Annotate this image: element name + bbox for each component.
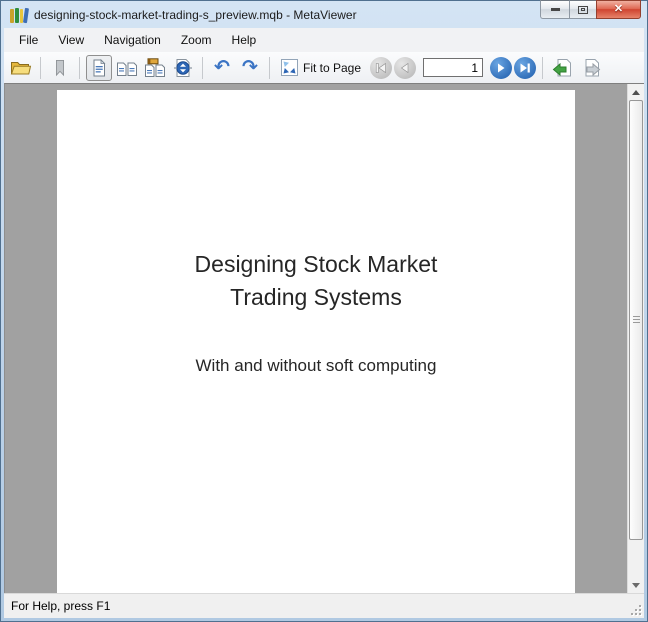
close-icon: ✕ (614, 4, 623, 15)
scroll-up-button[interactable] (628, 84, 644, 100)
window-controls: ✕ (540, 0, 641, 19)
previous-page-button[interactable] (394, 57, 416, 79)
book-title: Designing Stock Market Trading Systems (57, 248, 575, 314)
scroll-up-icon (632, 90, 640, 95)
scroll-down-icon (632, 583, 640, 588)
menu-help[interactable]: Help (222, 30, 267, 50)
status-message: For Help, press F1 (11, 599, 110, 613)
fit-to-page-label: Fit to Page (303, 61, 361, 75)
history-forward-icon (580, 58, 601, 78)
minimize-icon (551, 8, 560, 11)
open-file-button[interactable] (8, 55, 34, 81)
scrollbar-thumb[interactable] (629, 100, 643, 540)
fit-to-page-icon (281, 59, 298, 76)
vertical-scrollbar[interactable] (627, 84, 644, 593)
window-title: designing-stock-market-trading-s_preview… (34, 8, 357, 22)
last-page-icon (514, 57, 536, 79)
book-title-line1: Designing Stock Market (57, 248, 575, 281)
title-bar[interactable]: designing-stock-market-trading-s_preview… (4, 1, 644, 28)
book-subtitle: With and without soft computing (57, 356, 575, 376)
menu-file[interactable]: File (9, 30, 48, 50)
maximize-icon (578, 6, 588, 14)
bookmark-button[interactable] (47, 55, 73, 81)
menu-zoom[interactable]: Zoom (171, 30, 222, 50)
separator (202, 57, 203, 79)
page-number-input[interactable] (423, 58, 483, 77)
continuous-scroll-icon (173, 58, 193, 78)
single-page-view-button[interactable] (86, 55, 112, 81)
two-page-view-button[interactable] (114, 55, 140, 81)
toolbar: ↶ ↷ Fit to Page (4, 52, 644, 83)
document-viewport: Designing Stock Market Trading Systems W… (4, 83, 644, 593)
rotate-right-icon: ↷ (242, 58, 258, 77)
rotate-right-button[interactable]: ↷ (237, 55, 263, 81)
continuous-scroll-view-button[interactable] (170, 55, 196, 81)
folder-open-icon (10, 59, 32, 76)
minimize-button[interactable] (540, 0, 569, 19)
first-page-icon (370, 57, 392, 79)
book-title-line2: Trading Systems (57, 281, 575, 314)
first-page-button[interactable] (370, 57, 392, 79)
close-button[interactable]: ✕ (596, 0, 641, 19)
scrollbar-grip-icon (633, 316, 640, 324)
separator (79, 57, 80, 79)
resize-grip[interactable] (629, 603, 642, 616)
history-back-button[interactable] (549, 55, 575, 81)
fit-to-page-button[interactable]: Fit to Page (276, 56, 368, 79)
facing-pages-view-button[interactable] (142, 55, 168, 81)
status-bar: For Help, press F1 (4, 593, 644, 618)
history-back-icon (552, 58, 573, 78)
menu-navigation[interactable]: Navigation (94, 30, 171, 50)
rotate-left-button[interactable]: ↶ (209, 55, 235, 81)
scroll-down-button[interactable] (628, 577, 644, 593)
bookmark-icon (52, 59, 68, 77)
facing-pages-with-cover-icon (144, 58, 166, 78)
document-page: Designing Stock Market Trading Systems W… (57, 90, 575, 593)
history-forward-button[interactable] (577, 55, 603, 81)
rotate-left-icon: ↶ (214, 58, 230, 77)
app-books-icon (10, 7, 28, 23)
separator (269, 57, 270, 79)
next-page-icon (490, 57, 512, 79)
last-page-button[interactable] (514, 57, 536, 79)
two-page-view-icon (116, 59, 138, 77)
maximize-button[interactable] (569, 0, 596, 19)
metaviewer-window: designing-stock-market-trading-s_preview… (0, 0, 648, 622)
previous-page-icon (394, 57, 416, 79)
menu-view[interactable]: View (48, 30, 94, 50)
separator (40, 57, 41, 79)
separator (542, 57, 543, 79)
single-page-view-icon (91, 59, 107, 77)
menu-bar: File View Navigation Zoom Help (4, 28, 644, 52)
client-area: File View Navigation Zoom Help (4, 28, 644, 618)
next-page-button[interactable] (490, 57, 512, 79)
